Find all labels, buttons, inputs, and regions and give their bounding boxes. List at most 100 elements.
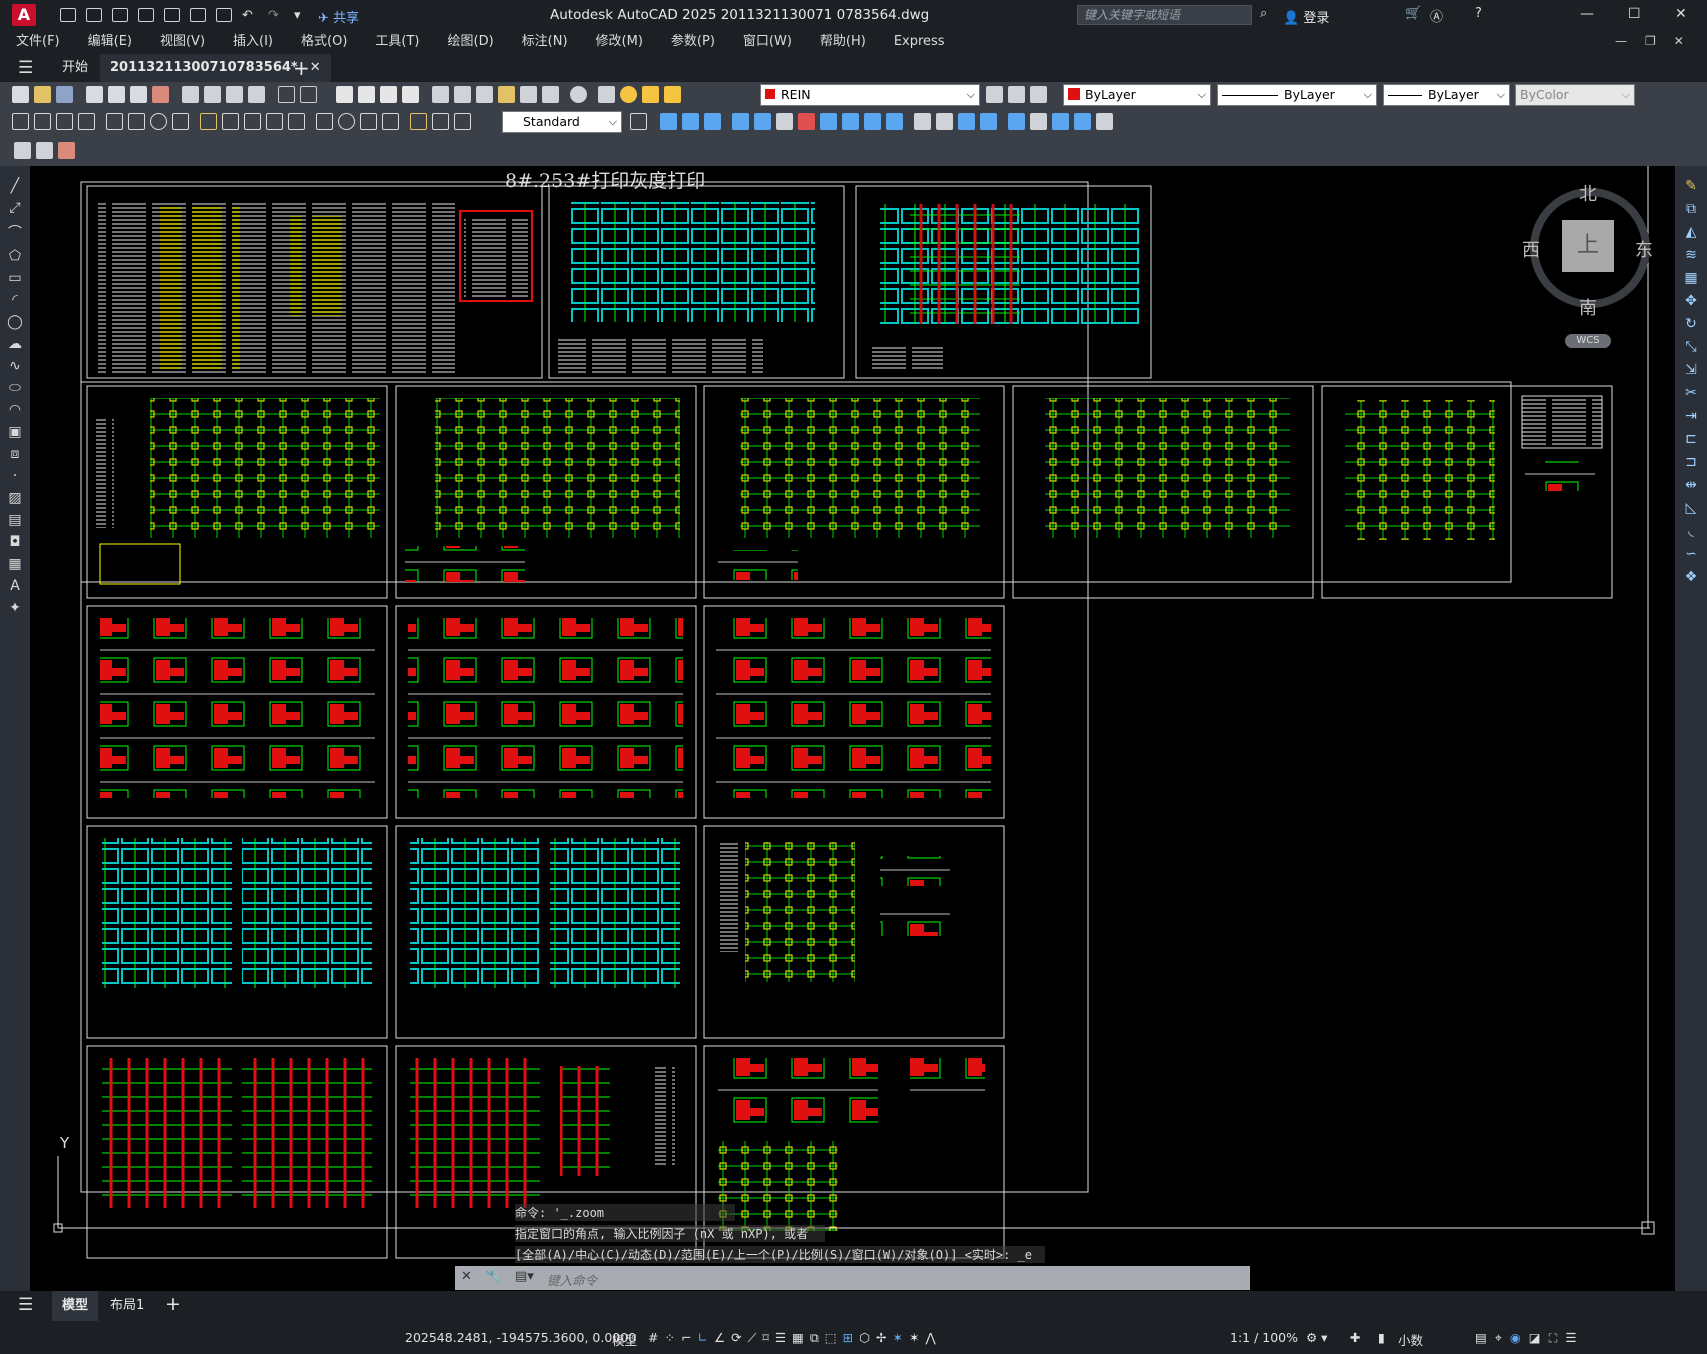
dim-jogged-icon[interactable] (128, 113, 145, 130)
new-icon[interactable] (60, 8, 76, 22)
auto-scale-icon[interactable]: ✶ (909, 1330, 925, 1345)
new-tab-icon[interactable]: + (293, 54, 310, 82)
coordinates-readout[interactable]: 202548.2481, -194575.3600, 0.0000 (405, 1330, 636, 1345)
copy-edges-icon[interactable] (1030, 113, 1047, 130)
copy-icon[interactable] (204, 86, 221, 103)
dim-continue-icon[interactable] (244, 113, 261, 130)
redo-icon[interactable]: ↷ (268, 8, 284, 23)
units-icon[interactable]: ▮ (1378, 1330, 1385, 1345)
menu-help[interactable]: 帮助(H) (804, 30, 878, 54)
blend-icon[interactable]: ∽ (1685, 546, 1697, 562)
close-tab-icon[interactable]: ✕ (310, 60, 321, 75)
chamfer-icon[interactable]: ◺ (1686, 500, 1697, 516)
slice-icon[interactable] (1074, 113, 1091, 130)
matchprop-icon[interactable] (248, 86, 265, 103)
ellipse-icon[interactable]: ⬭ (9, 380, 21, 396)
zoom-previous-icon[interactable] (402, 86, 419, 103)
menu-file[interactable]: 文件(F) (0, 30, 72, 54)
separate-icon[interactable] (958, 113, 975, 130)
grid-icon[interactable]: # (648, 1330, 664, 1345)
jogged-linear-icon[interactable] (382, 113, 399, 130)
3d-print-icon[interactable] (152, 86, 169, 103)
redo-icon[interactable] (300, 86, 317, 103)
pan-icon[interactable] (336, 86, 353, 103)
make-block-icon[interactable]: ⧈ (11, 446, 20, 462)
tab-layout1[interactable]: 布局1 (110, 1291, 144, 1321)
menu-parametric[interactable]: 参数(P) (655, 30, 727, 54)
viewcube-west[interactable]: 西 (1522, 236, 1540, 262)
layer-dropdown[interactable]: REIN (760, 84, 980, 106)
rotate-icon[interactable]: ↻ (1685, 316, 1697, 332)
break-icon[interactable]: ⊐ (1685, 454, 1697, 470)
plotstyle-dropdown[interactable]: ByColor (1515, 84, 1635, 106)
selection-filter-icon[interactable]: ⬡ (859, 1330, 876, 1345)
gizmo-icon[interactable]: ✢ (876, 1330, 892, 1345)
layer-unlock-icon[interactable] (664, 86, 681, 103)
3d-osnap-icon[interactable]: ⬚ (825, 1330, 843, 1345)
menu-edit[interactable]: 编辑(E) (72, 30, 144, 54)
break-at-point-icon[interactable]: ⊏ (1685, 431, 1697, 447)
save-icon[interactable] (112, 8, 128, 22)
maximize-icon[interactable]: ☐ (1628, 6, 1641, 22)
menu-view[interactable]: 视图(V) (144, 30, 217, 54)
qdim-icon[interactable] (200, 113, 217, 130)
dim-break-icon[interactable] (288, 113, 305, 130)
search-input[interactable]: 键入关键字或短语 (1077, 5, 1252, 25)
dim-space-icon[interactable] (266, 113, 283, 130)
annotation-monitor-icon[interactable]: ✚ (1350, 1330, 1360, 1345)
copy-object-icon[interactable]: ⧉ (1686, 201, 1696, 217)
color-edges-icon[interactable] (1052, 113, 1069, 130)
offset-faces-icon[interactable] (776, 113, 793, 130)
explode-icon[interactable]: ❖ (1685, 569, 1698, 585)
menu-draw[interactable]: 绘图(D) (432, 30, 506, 54)
wcs-menu[interactable]: WCS (1565, 334, 1611, 348)
dim-aligned-icon[interactable] (34, 113, 51, 130)
app-menu-icon[interactable]: ☰ (18, 58, 33, 78)
customize-qat-icon[interactable]: ▾ (294, 8, 310, 23)
sheetset-icon[interactable] (498, 86, 515, 103)
imprint-icon[interactable] (914, 113, 931, 130)
zoom-realtime-icon[interactable] (358, 86, 375, 103)
menu-window[interactable]: 窗口(W) (727, 30, 804, 54)
spline-icon[interactable]: ∿ (9, 358, 21, 374)
web-save-icon[interactable] (190, 8, 206, 22)
mtext-icon[interactable]: A (10, 578, 20, 594)
color-dropdown[interactable]: ByLayer (1063, 84, 1211, 106)
viewcube-face[interactable]: 上 (1562, 220, 1614, 272)
arc-icon[interactable]: ◜ (12, 292, 17, 308)
layer-properties-icon[interactable] (598, 86, 615, 103)
clean-icon[interactable] (936, 113, 953, 130)
insert-block-icon[interactable]: ▣ (8, 424, 21, 440)
customization-icon[interactable]: ☰ (1565, 1330, 1584, 1345)
menu-tools[interactable]: 工具(T) (359, 30, 431, 54)
close-icon[interactable]: ✕ (1675, 6, 1687, 22)
extrude-faces-icon[interactable] (732, 113, 749, 130)
command-input[interactable]: 键入命令 (547, 1270, 597, 1289)
check-icon[interactable] (1008, 113, 1025, 130)
layout-list-icon[interactable]: ☰ (18, 1295, 33, 1315)
doc-window-controls[interactable]: —❐✕ (1615, 34, 1702, 48)
clean-screen-icon[interactable]: ⛶ (1549, 1330, 1566, 1345)
isodraft-icon[interactable]: ⟳ (731, 1330, 747, 1345)
textstyle-dropdown[interactable]: Standard (502, 111, 622, 133)
saveas-icon[interactable] (138, 8, 154, 22)
login-button[interactable]: 👤 登录 (1283, 7, 1329, 26)
paste-icon[interactable] (226, 86, 243, 103)
tolerance-icon[interactable] (316, 113, 333, 130)
dim-angular-icon[interactable] (172, 113, 189, 130)
revcloud-icon[interactable]: ☁ (8, 336, 22, 352)
lineweight-icon[interactable]: ☰ (775, 1330, 792, 1345)
dim-radius-icon[interactable] (106, 113, 123, 130)
open-icon[interactable] (86, 8, 102, 22)
cart-icon[interactable]: 🛒 (1405, 6, 1421, 21)
autodesk-app-icon[interactable]: Ⓐ (1430, 6, 1443, 25)
infer-icon[interactable]: ⌐ (681, 1330, 697, 1345)
viewcube-east[interactable]: 东 (1635, 236, 1653, 262)
dyn-ucs-icon[interactable]: ⊞ (843, 1330, 859, 1345)
subtract-icon[interactable] (682, 113, 699, 130)
center-mark-icon[interactable] (338, 113, 355, 130)
isolate-objects-icon[interactable]: ◉ (1510, 1330, 1529, 1345)
add-selected-icon[interactable]: ✦ (9, 600, 21, 616)
dim-text-edit-icon[interactable] (432, 113, 449, 130)
undo-icon[interactable]: ↶ (242, 8, 258, 23)
